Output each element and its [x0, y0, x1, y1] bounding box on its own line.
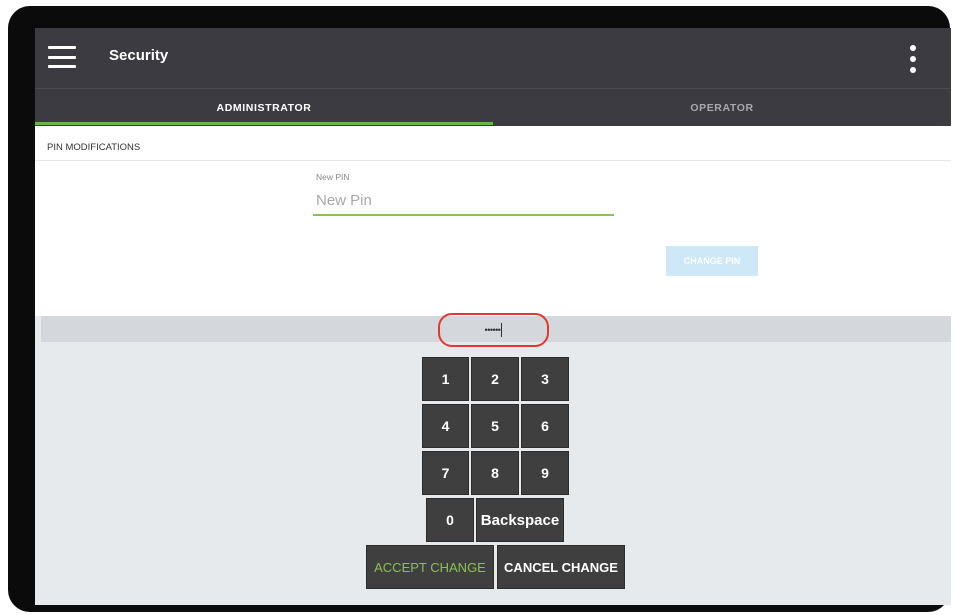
keypad-key-3[interactable]: 3	[521, 357, 569, 401]
keypad-key-5[interactable]: 5	[471, 404, 519, 448]
text-cursor	[501, 323, 503, 337]
keypad-key-6[interactable]: 6	[521, 404, 569, 448]
tab-operator[interactable]: OPERATOR	[493, 89, 951, 126]
app-bar: Security	[35, 28, 951, 88]
keypad-key-2[interactable]: 2	[471, 357, 519, 401]
tab-bar: ADMINISTRATOR OPERATOR	[35, 88, 951, 126]
accept-change-button[interactable]: ACCEPT CHANGE	[366, 545, 494, 589]
change-pin-button[interactable]: CHANGE PIN	[666, 246, 758, 276]
active-tab-indicator	[35, 122, 493, 125]
cancel-change-button[interactable]: CANCEL CHANGE	[497, 545, 625, 589]
backspace-button[interactable]: Backspace	[476, 498, 564, 542]
more-vertical-icon[interactable]	[907, 45, 919, 73]
keypad-key-9[interactable]: 9	[521, 451, 569, 495]
app-screen: Security ADMINISTRATOR OPERATOR PIN MODI…	[35, 28, 951, 605]
new-pin-label: New PIN	[316, 172, 350, 182]
section-title: PIN MODIFICATIONS	[47, 142, 141, 153]
section-divider	[35, 160, 951, 161]
new-pin-input[interactable]	[313, 186, 614, 216]
tablet-frame: Security ADMINISTRATOR OPERATOR PIN MODI…	[8, 6, 951, 612]
page-title: Security	[109, 47, 169, 64]
pin-entry-value: ••••••	[484, 325, 501, 335]
tab-administrator[interactable]: ADMINISTRATOR	[35, 89, 493, 126]
keypad-key-7[interactable]: 7	[422, 451, 469, 495]
keypad-key-0[interactable]: 0	[426, 498, 474, 542]
keypad-key-4[interactable]: 4	[422, 404, 469, 448]
pin-entry-field[interactable]: ••••••	[438, 313, 549, 347]
hamburger-menu-icon[interactable]	[48, 46, 76, 68]
keypad-key-8[interactable]: 8	[471, 451, 519, 495]
keypad-key-1[interactable]: 1	[422, 357, 469, 401]
